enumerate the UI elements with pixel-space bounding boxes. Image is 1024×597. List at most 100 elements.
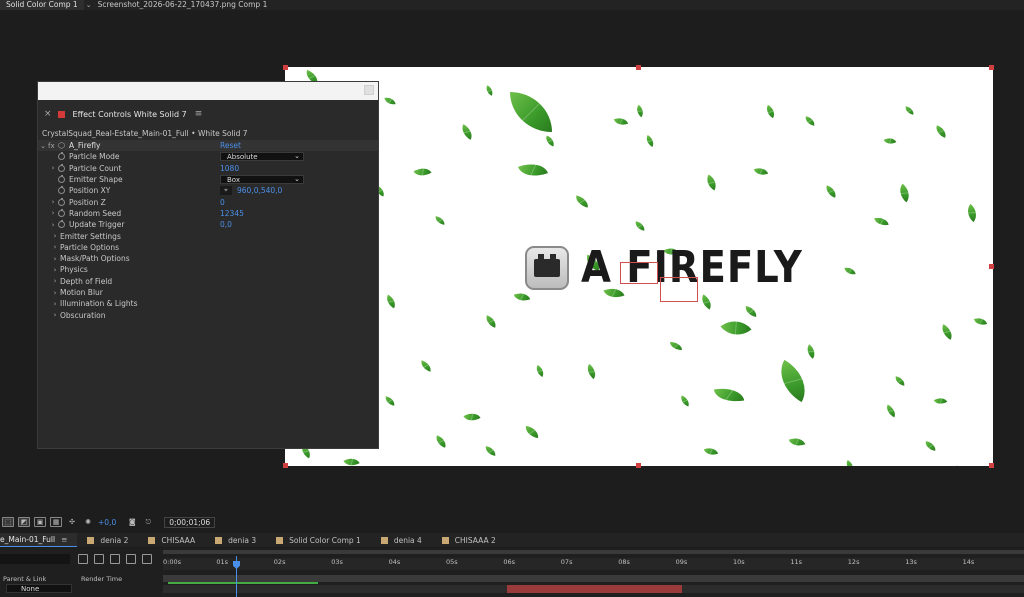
timeline-tab[interactable]: denia 3 <box>205 533 266 547</box>
transparency-grid-icon[interactable]: ▦ <box>50 517 62 527</box>
transform-handle[interactable] <box>636 65 641 70</box>
layer-duration-bar[interactable] <box>507 585 682 593</box>
color-channels-icon[interactable]: ✣ <box>66 517 78 527</box>
property-row[interactable]: Particle Mode Absolute ⌄ <box>38 151 378 162</box>
effect-row[interactable]: ⌄ fx ⬡ A_Firefly Reset <box>38 140 378 152</box>
timeline-tab[interactable]: denia 2 <box>77 533 138 547</box>
snapshot-icon[interactable]: ⎋ <box>142 517 154 527</box>
chevron-right-icon[interactable]: › <box>50 289 60 297</box>
transform-handle[interactable] <box>636 463 641 468</box>
work-area-bar[interactable] <box>163 550 1024 554</box>
chevron-right-icon[interactable]: › <box>48 221 58 229</box>
draft-3d-icon[interactable] <box>142 554 152 564</box>
region-of-interest-icon[interactable]: ▣ <box>34 517 46 527</box>
chevron-right-icon[interactable]: › <box>50 311 60 319</box>
shy-icon[interactable] <box>78 554 88 564</box>
current-time-display[interactable]: 0;00;01;06 <box>164 516 216 528</box>
stopwatch-icon[interactable] <box>58 163 65 172</box>
property-label: Particle Mode <box>69 152 120 162</box>
stopwatch-icon[interactable] <box>58 152 65 161</box>
top-tab[interactable]: Solid Color Comp 1 <box>0 0 84 10</box>
leaf-particle <box>713 384 745 406</box>
property-group[interactable]: › Particle Options <box>38 242 378 253</box>
property-dropdown[interactable]: Box ⌄ <box>220 174 304 184</box>
timeline-tab[interactable]: CHISAAA <box>138 533 205 547</box>
transform-handle[interactable] <box>989 65 994 70</box>
frame-blend-icon[interactable] <box>94 554 104 564</box>
property-value[interactable]: 1080 <box>220 164 239 173</box>
stopwatch-icon[interactable] <box>58 220 65 229</box>
stopwatch-icon[interactable] <box>58 186 65 195</box>
tab-menu-icon[interactable]: ≡ <box>61 535 67 544</box>
chevron-right-icon[interactable]: › <box>50 277 60 285</box>
composition-canvas[interactable]: A FIREFLY <box>285 67 993 466</box>
property-group[interactable]: › Emitter Settings <box>38 230 378 241</box>
stopwatch-icon[interactable] <box>58 175 65 184</box>
chevron-right-icon[interactable]: › <box>48 198 58 206</box>
resolution-icon[interactable]: ◩ <box>18 517 30 527</box>
leaf-particle <box>803 344 819 359</box>
property-value[interactable]: 0 <box>220 198 225 207</box>
chevron-right-icon[interactable]: › <box>50 300 60 308</box>
property-row[interactable]: › Position Z 0 <box>38 196 378 207</box>
chevron-right-icon[interactable]: › <box>50 232 60 240</box>
chevron-right-icon[interactable]: › <box>48 164 58 172</box>
leaf-particle <box>904 106 915 115</box>
property-value[interactable]: 12345 <box>220 209 244 218</box>
property-group[interactable]: › Depth of Field <box>38 276 378 287</box>
leaf-particle <box>844 266 856 276</box>
property-row[interactable]: › Update Trigger 0,0 <box>38 219 378 230</box>
property-value[interactable]: 960,0,540,0 <box>237 186 282 195</box>
property-group[interactable]: › Physics <box>38 264 378 275</box>
crosshair-icon[interactable]: ⌖ <box>220 186 232 196</box>
property-group[interactable]: › Mask/Path Options <box>38 253 378 264</box>
magnification-icon[interactable]: ⬚ <box>2 517 14 527</box>
timeline-tab[interactable]: denia 4 <box>371 533 432 547</box>
motion-blur-icon[interactable] <box>110 554 120 564</box>
leaf-particle <box>883 404 899 418</box>
property-row[interactable]: Emitter Shape Box ⌄ <box>38 174 378 185</box>
layer-bar[interactable] <box>163 575 1024 582</box>
property-row[interactable]: › Random Seed 12345 <box>38 208 378 219</box>
stopwatch-icon[interactable] <box>58 197 65 206</box>
timeline-tab[interactable]: CHISAAA 2 <box>432 533 506 547</box>
property-dropdown[interactable]: Absolute ⌄ <box>220 152 304 162</box>
panel-menu-icon[interactable]: ≡ <box>195 109 203 119</box>
stopwatch-icon[interactable] <box>58 208 65 217</box>
transform-handle[interactable] <box>989 264 994 269</box>
close-panel-icon[interactable]: × <box>44 109 52 119</box>
fx-icon[interactable]: fx <box>48 142 58 150</box>
leaf-particle <box>703 445 719 458</box>
property-group[interactable]: › Motion Blur <box>38 287 378 298</box>
chevron-right-icon[interactable]: › <box>50 243 60 251</box>
leaf-particle <box>804 116 816 126</box>
panel-title-strip[interactable] <box>38 82 378 100</box>
property-group[interactable]: › Obscuration <box>38 309 378 320</box>
exposure-icon[interactable]: ✺ <box>82 517 94 527</box>
layer-anchor-box[interactable] <box>620 262 658 284</box>
property-value[interactable]: 0,0 <box>220 220 232 229</box>
layer-bounds-box[interactable] <box>660 277 698 302</box>
property-row[interactable]: Position XY ⌖ 960,0,540,0 <box>38 185 378 196</box>
timeline-tab[interactable]: Solid Color Comp 1 <box>266 533 371 547</box>
transform-handle[interactable] <box>989 463 994 468</box>
chevron-right-icon[interactable]: › <box>48 209 58 217</box>
transform-handle[interactable] <box>283 65 288 70</box>
chevron-down-icon[interactable]: ⌄ <box>38 142 48 150</box>
chevron-right-icon[interactable]: › <box>50 266 60 274</box>
graph-editor-icon[interactable] <box>126 554 136 564</box>
time-ruler[interactable]: 0:00s 01s 02s 03s 04s 05s 06s 07s 08s 09s 10s 11s 12… <box>163 558 1024 570</box>
property-group[interactable]: › Illumination & Lights <box>38 298 378 309</box>
transform-handle[interactable] <box>283 463 288 468</box>
close-icon[interactable] <box>364 85 374 95</box>
top-tab[interactable]: Screenshot_2026-06-22_170437.png Comp 1 <box>92 0 274 10</box>
chevron-right-icon[interactable]: › <box>50 255 60 263</box>
camera-icon[interactable]: ◙ <box>126 517 138 527</box>
leaf-particle <box>643 135 657 147</box>
property-row[interactable]: › Particle Count 1080 <box>38 163 378 174</box>
parent-select[interactable]: None <box>6 584 72 593</box>
timeline-tab[interactable]: e_Main-01_Full ≡ <box>0 533 78 547</box>
reset-button[interactable]: Reset <box>220 141 241 150</box>
timeline-search-input[interactable] <box>0 554 70 564</box>
exposure-value[interactable]: +0,0 <box>98 518 116 527</box>
